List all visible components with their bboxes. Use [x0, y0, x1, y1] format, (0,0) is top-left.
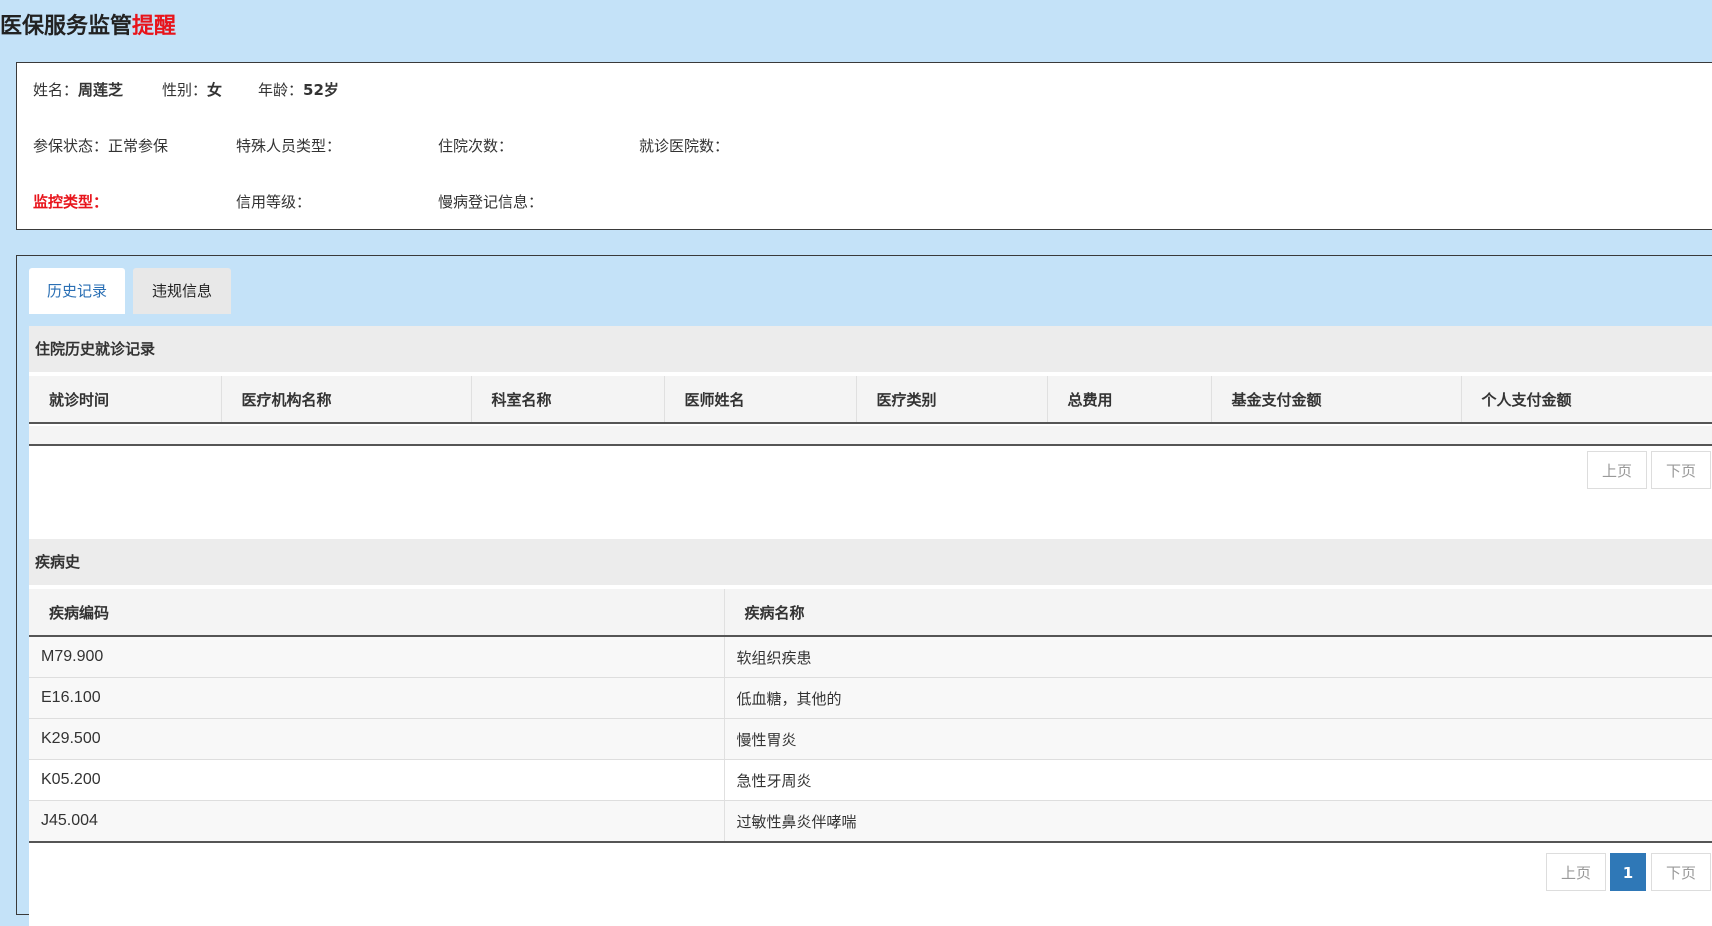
disease-name: 软组织疾患: [724, 636, 1712, 678]
patient-age: 年龄：52岁: [258, 79, 339, 100]
col-disease-name[interactable]: 疾病名称: [724, 589, 1712, 637]
history-empty-row: [29, 426, 1712, 446]
hospitalization-count: 住院次数：: [438, 137, 514, 155]
col-medical-category[interactable]: 医疗类别: [856, 376, 1048, 424]
table-row[interactable]: K05.200 急性牙周炎: [29, 759, 1712, 801]
disease-name: 过敏性鼻炎伴哮喘: [724, 800, 1712, 843]
disease-code: J45.004: [29, 800, 725, 843]
monitor-type: 监控类型：: [33, 193, 109, 211]
disease-name: 急性牙周炎: [724, 759, 1712, 801]
history-prev-button[interactable]: 上页: [1587, 451, 1647, 489]
info-row-monitor: 监控类型： 信用等级： 慢病登记信息：: [17, 191, 1712, 215]
info-row-status: 参保状态：正常参保 特殊人员类型： 住院次数： 就诊医院数：: [17, 135, 1712, 159]
age-value: 52岁: [303, 81, 339, 99]
history-next-button[interactable]: 下页: [1651, 451, 1711, 489]
patient-gender: 性别：女: [162, 79, 222, 100]
col-disease-code[interactable]: 疾病编码: [29, 589, 725, 637]
disease-pager: 上页 1 下页: [1546, 853, 1712, 891]
disease-table: 疾病编码 疾病名称 M79.900 软组织疾患 E16.100 低血糖，其他的 …: [29, 589, 1712, 843]
gender-label: 性别：: [162, 81, 208, 99]
tab-history[interactable]: 历史记录: [29, 268, 125, 314]
hospital-visits: 就诊医院数：: [639, 137, 730, 155]
tab-content: 住院历史就诊记录 就诊时间 医疗机构名称 科室名称 医师姓名 医疗类别 总费用 …: [29, 326, 1712, 926]
page-1-button[interactable]: 1: [1610, 853, 1646, 891]
records-panel: 历史记录 违规信息 住院历史就诊记录 就诊时间 医疗机构名称 科室名称 医师姓名…: [16, 255, 1712, 926]
disease-code: M79.900: [29, 636, 725, 678]
gender-value: 女: [207, 81, 223, 99]
table-row[interactable]: M79.900 软组织疾患: [29, 636, 1712, 678]
page-title: 医保服务监管提醒: [0, 8, 176, 40]
disease-next-button[interactable]: 下页: [1651, 853, 1711, 891]
col-doctor[interactable]: 医师姓名: [664, 376, 857, 424]
history-section-title: 住院历史就诊记录: [29, 326, 1712, 372]
age-label: 年龄：: [258, 81, 304, 99]
history-pager: 上页 下页: [1587, 451, 1712, 489]
col-fund-payment[interactable]: 基金支付金额: [1211, 376, 1462, 424]
disease-section-title: 疾病史: [29, 539, 1712, 585]
tab-violations[interactable]: 违规信息: [133, 268, 231, 314]
chronic-info: 慢病登记信息：: [438, 193, 544, 211]
name-value: 周莲芝: [78, 81, 124, 99]
title-main: 医保服务监管: [0, 14, 133, 39]
table-row[interactable]: E16.100 低血糖，其他的: [29, 677, 1712, 719]
info-row-basic: 姓名：周莲芝 性别：女 年龄：52岁: [17, 79, 1712, 103]
credit-level: 信用等级：: [236, 193, 312, 211]
special-type: 特殊人员类型：: [236, 137, 342, 155]
col-visit-time[interactable]: 就诊时间: [29, 376, 222, 424]
patient-info-panel: 姓名：周莲芝 性别：女 年龄：52岁 参保状态：正常参保 特殊人员类型： 住院次…: [16, 62, 1712, 230]
disease-prev-button[interactable]: 上页: [1546, 853, 1606, 891]
col-institution[interactable]: 医疗机构名称: [221, 376, 472, 424]
col-total-cost[interactable]: 总费用: [1047, 376, 1212, 424]
title-highlight: 提醒: [132, 14, 177, 39]
history-table: 就诊时间 医疗机构名称 科室名称 医师姓名 医疗类别 总费用 基金支付金额 个人…: [29, 376, 1712, 424]
disease-code: K29.500: [29, 718, 725, 760]
disease-name: 慢性胃炎: [724, 718, 1712, 760]
col-personal-payment[interactable]: 个人支付金额: [1461, 376, 1712, 424]
insurance-status: 参保状态：正常参保: [33, 137, 169, 155]
disease-code: E16.100: [29, 677, 725, 719]
disease-name: 低血糖，其他的: [724, 677, 1712, 719]
col-department[interactable]: 科室名称: [471, 376, 665, 424]
name-label: 姓名：: [33, 81, 79, 99]
table-row[interactable]: K29.500 慢性胃炎: [29, 718, 1712, 760]
patient-name: 姓名：周莲芝: [33, 79, 123, 100]
disease-code: K05.200: [29, 759, 725, 801]
table-row[interactable]: J45.004 过敏性鼻炎伴哮喘: [29, 800, 1712, 843]
